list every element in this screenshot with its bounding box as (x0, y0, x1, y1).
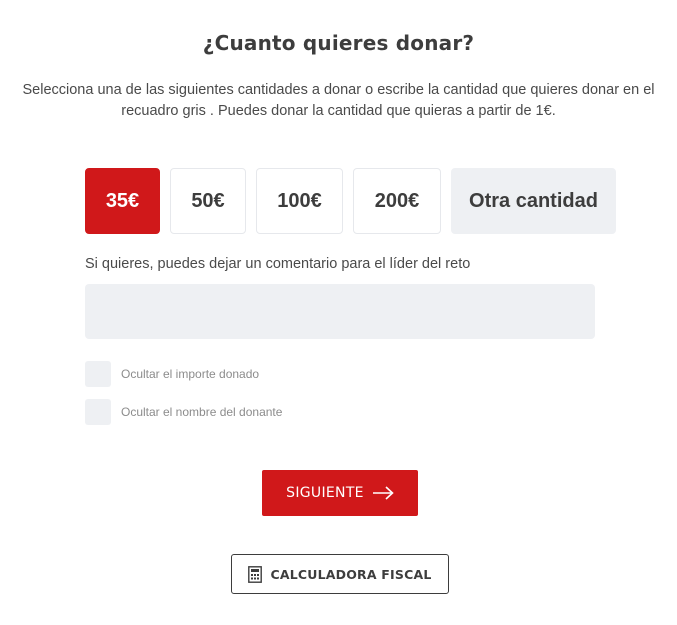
calculator-icon (248, 565, 263, 583)
amount-option-35[interactable]: 35€ (85, 168, 160, 234)
amount-option-200[interactable]: 200€ (353, 168, 441, 234)
hide-amount-option: Ocultar el importe donado (85, 361, 259, 387)
next-button[interactable]: SIGUIENTE (262, 470, 418, 516)
calculator-button-label: CALCULADORA FISCAL (270, 566, 432, 582)
amount-option-50[interactable]: 50€ (170, 168, 246, 234)
hide-amount-label: Ocultar el importe donado (121, 367, 260, 381)
hide-name-option: Ocultar el nombre del donante (85, 399, 282, 425)
page-title: ¿Cuanto quieres donar? (202, 31, 475, 55)
page-subtitle: Selecciona una de las siguientes cantida… (22, 82, 655, 119)
hide-name-label: Ocultar el nombre del donante (121, 405, 283, 419)
comment-input[interactable] (85, 284, 595, 339)
amount-option-100[interactable]: 100€ (256, 168, 343, 234)
hide-amount-checkbox[interactable] (85, 361, 111, 387)
hide-name-checkbox[interactable] (85, 399, 111, 425)
comment-label: Si quieres, puedes dejar un comentario p… (85, 256, 471, 272)
next-button-label: SIGUIENTE (286, 485, 364, 501)
calculator-button[interactable]: CALCULADORA FISCAL (231, 554, 449, 594)
arrow-right-icon (372, 486, 394, 500)
other-amount-input[interactable]: Otra cantidad (451, 168, 616, 234)
